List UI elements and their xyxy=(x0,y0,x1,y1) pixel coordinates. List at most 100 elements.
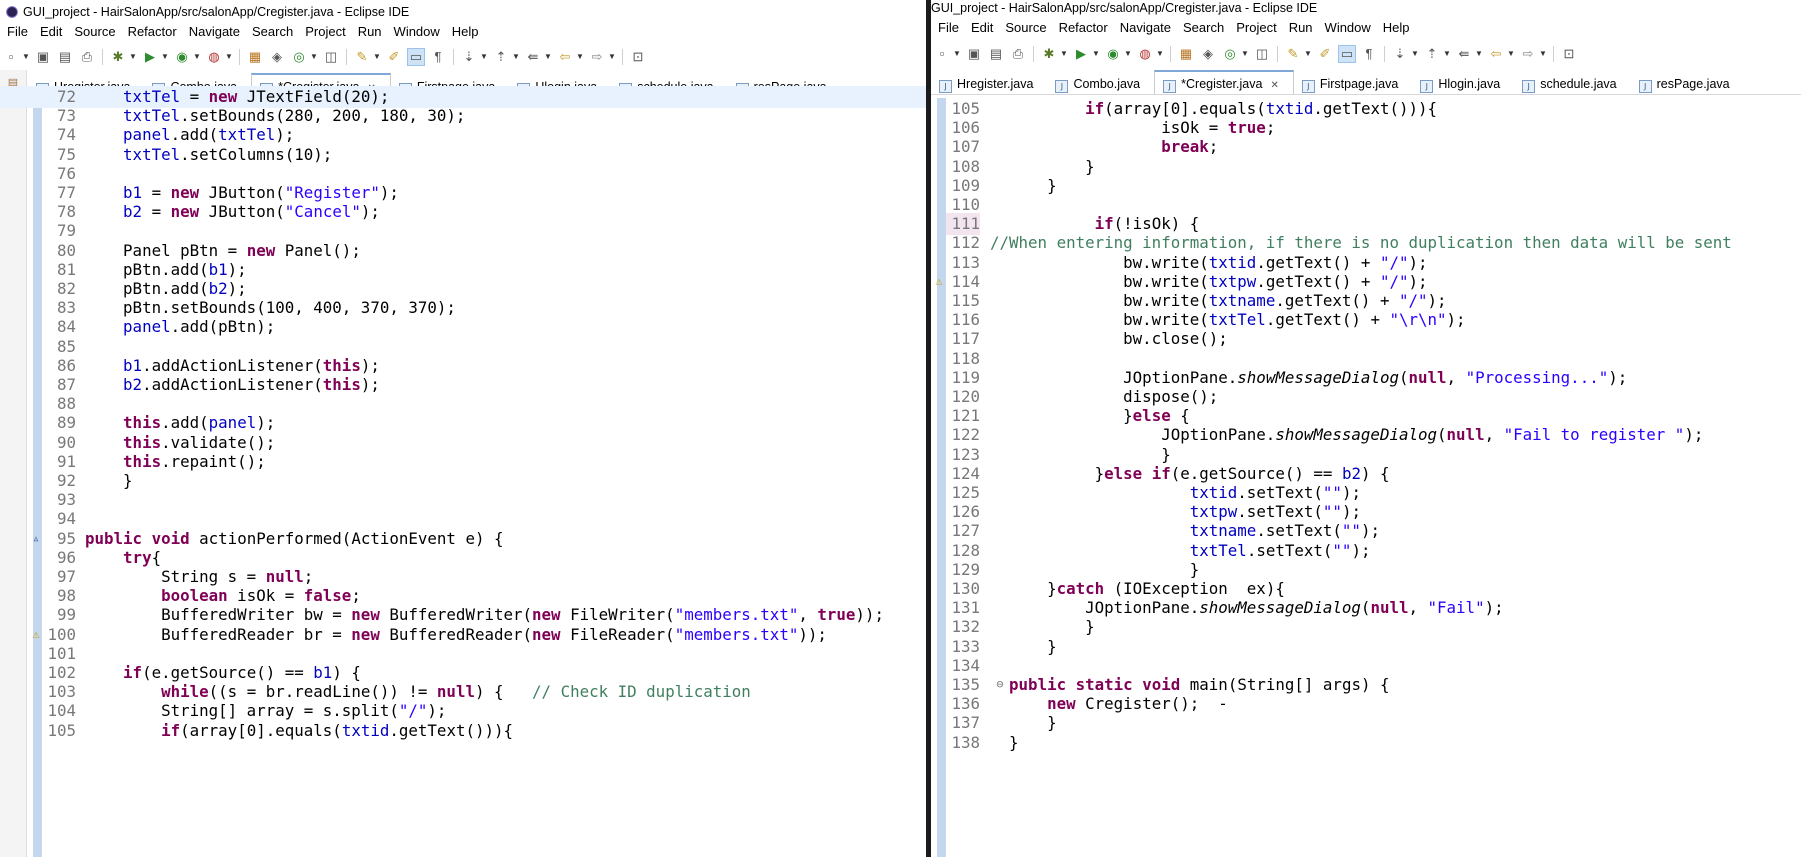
chevron-down-icon[interactable]: ▼ xyxy=(1539,46,1547,62)
chevron-down-icon[interactable]: ▼ xyxy=(22,49,30,65)
previous-annotation-icon[interactable]: ⇡ xyxy=(493,49,509,65)
menu-refactor[interactable]: Refactor xyxy=(1059,20,1108,35)
chevron-down-icon[interactable]: ▼ xyxy=(129,49,137,65)
chevron-down-icon[interactable]: ▼ xyxy=(608,49,616,65)
last-edit-icon[interactable]: ⇚ xyxy=(1456,46,1472,62)
menu-window[interactable]: Window xyxy=(394,24,440,39)
menu-navigate[interactable]: Navigate xyxy=(189,24,240,39)
chevron-down-icon[interactable]: ▼ xyxy=(1241,46,1249,62)
chevron-down-icon[interactable]: ▼ xyxy=(373,49,381,65)
pin-editor-icon[interactable]: ⊡ xyxy=(630,49,646,65)
menu-source[interactable]: Source xyxy=(74,24,115,39)
menu-project[interactable]: Project xyxy=(1236,20,1276,35)
search-icon[interactable]: ✎ xyxy=(354,49,370,65)
debug-icon[interactable]: ✱ xyxy=(1041,46,1057,62)
chevron-down-icon[interactable]: ▼ xyxy=(225,49,233,65)
java-editor[interactable]: 105 if(array[0].equals(txtid.getText()))… xyxy=(931,98,1801,857)
chevron-down-icon[interactable]: ▼ xyxy=(576,49,584,65)
block-selection-icon[interactable]: ▭ xyxy=(407,48,425,66)
search-icon[interactable]: ✎ xyxy=(1285,46,1301,62)
next-annotation-icon[interactable]: ⇣ xyxy=(461,49,477,65)
tab-hlogin-java[interactable]: J Hlogin.java xyxy=(1412,72,1514,94)
open-type-icon[interactable]: ◫ xyxy=(323,49,339,65)
chevron-down-icon[interactable]: ▼ xyxy=(544,49,552,65)
print-icon[interactable]: ⎙ xyxy=(1010,46,1026,62)
chevron-down-icon[interactable]: ▼ xyxy=(512,49,520,65)
menu-search[interactable]: Search xyxy=(1183,20,1224,35)
save-icon[interactable]: ▣ xyxy=(35,49,51,65)
save-all-icon[interactable]: ▤ xyxy=(57,49,73,65)
next-annotation-icon[interactable]: ⇣ xyxy=(1392,46,1408,62)
menu-search[interactable]: Search xyxy=(252,24,293,39)
back-icon[interactable]: ⇦ xyxy=(557,49,573,65)
menu-edit[interactable]: Edit xyxy=(971,20,993,35)
block-selection-icon[interactable]: ▭ xyxy=(1338,45,1356,63)
tab-combo-java[interactable]: J Combo.java xyxy=(1047,72,1154,94)
coverage-icon[interactable]: ◉ xyxy=(174,49,190,65)
chevron-down-icon[interactable]: ▼ xyxy=(1507,46,1515,62)
save-all-icon[interactable]: ▤ xyxy=(988,46,1004,62)
new-java-project-icon[interactable]: ▦ xyxy=(1178,46,1194,62)
back-icon[interactable]: ⇦ xyxy=(1488,46,1504,62)
new-icon[interactable]: ▫ xyxy=(3,49,19,65)
menu-run[interactable]: Run xyxy=(358,24,382,39)
warning-icon[interactable]: ⚠ xyxy=(932,274,946,288)
save-icon[interactable]: ▣ xyxy=(966,46,982,62)
show-whitespace-icon[interactable]: ¶ xyxy=(1361,46,1377,62)
java-editor[interactable]: 72 txtTel = new JTextField(20); 73 txtTel… xyxy=(0,86,926,857)
previous-annotation-icon[interactable]: ⇡ xyxy=(1424,46,1440,62)
chevron-down-icon[interactable]: ▼ xyxy=(1092,46,1100,62)
menu-help[interactable]: Help xyxy=(452,24,479,39)
toggle-mark-occurrences-icon[interactable]: ✐ xyxy=(386,49,402,65)
forward-icon[interactable]: ⇨ xyxy=(589,49,605,65)
menu-run[interactable]: Run xyxy=(1289,20,1313,35)
tab-respage-java[interactable]: JresPage.java xyxy=(1631,72,1744,94)
chevron-down-icon[interactable]: ▼ xyxy=(1443,46,1451,62)
chevron-down-icon[interactable]: ▼ xyxy=(953,46,961,62)
chevron-down-icon[interactable]: ▼ xyxy=(193,49,201,65)
new-package-icon[interactable]: ◈ xyxy=(1200,46,1216,62)
print-icon[interactable]: ⎙ xyxy=(79,49,95,65)
tab-schedule-java[interactable]: Jschedule.java xyxy=(1514,72,1630,94)
toggle-mark-occurrences-icon[interactable]: ✐ xyxy=(1317,46,1333,62)
run-icon[interactable]: ▶ xyxy=(142,49,158,65)
menu-project[interactable]: Project xyxy=(305,24,345,39)
chevron-down-icon[interactable]: ▼ xyxy=(1304,46,1312,62)
last-edit-icon[interactable]: ⇚ xyxy=(525,49,541,65)
external-tools-icon[interactable]: ◍ xyxy=(206,49,222,65)
new-class-icon[interactable]: ◎ xyxy=(291,49,307,65)
menu-help[interactable]: Help xyxy=(1383,20,1410,35)
menu-window[interactable]: Window xyxy=(1325,20,1371,35)
run-icon[interactable]: ▶ xyxy=(1073,46,1089,62)
coverage-icon[interactable]: ◉ xyxy=(1105,46,1121,62)
menu-file[interactable]: File xyxy=(7,24,28,39)
chevron-down-icon[interactable]: ▼ xyxy=(480,49,488,65)
chevron-down-icon[interactable]: ▼ xyxy=(310,49,318,65)
chevron-down-icon[interactable]: ▼ xyxy=(1060,46,1068,62)
debug-icon[interactable]: ✱ xyxy=(110,49,126,65)
tab-cregister-java[interactable]: J *Cregister.java ✕ xyxy=(1154,70,1294,94)
chevron-down-icon[interactable]: ▼ xyxy=(1475,46,1483,62)
chevron-down-icon[interactable]: ▼ xyxy=(1411,46,1419,62)
override-indicator-icon[interactable]: ▵ xyxy=(29,531,43,545)
menu-source[interactable]: Source xyxy=(1005,20,1046,35)
tab-firstpage-java[interactable]: J Firstpage.java xyxy=(1294,72,1413,94)
menu-navigate[interactable]: Navigate xyxy=(1120,20,1171,35)
chevron-down-icon[interactable]: ▼ xyxy=(1124,46,1132,62)
collapse-icon[interactable]: ⊖ xyxy=(993,677,1007,691)
tab-hregister-java[interactable]: J Hregister.java xyxy=(931,72,1047,94)
menu-edit[interactable]: Edit xyxy=(40,24,62,39)
open-type-icon[interactable]: ◫ xyxy=(1254,46,1270,62)
new-class-icon[interactable]: ◎ xyxy=(1222,46,1238,62)
external-tools-icon[interactable]: ◍ xyxy=(1137,46,1153,62)
new-package-icon[interactable]: ◈ xyxy=(269,49,285,65)
forward-icon[interactable]: ⇨ xyxy=(1520,46,1536,62)
warning-icon[interactable]: ⚠ xyxy=(29,627,43,641)
new-java-project-icon[interactable]: ▦ xyxy=(247,49,263,65)
show-whitespace-icon[interactable]: ¶ xyxy=(430,49,446,65)
pin-editor-icon[interactable]: ⊡ xyxy=(1561,46,1577,62)
close-icon[interactable]: ✕ xyxy=(1270,80,1278,91)
chevron-down-icon[interactable]: ▼ xyxy=(1156,46,1164,62)
new-icon[interactable]: ▫ xyxy=(934,46,950,62)
menu-refactor[interactable]: Refactor xyxy=(128,24,177,39)
